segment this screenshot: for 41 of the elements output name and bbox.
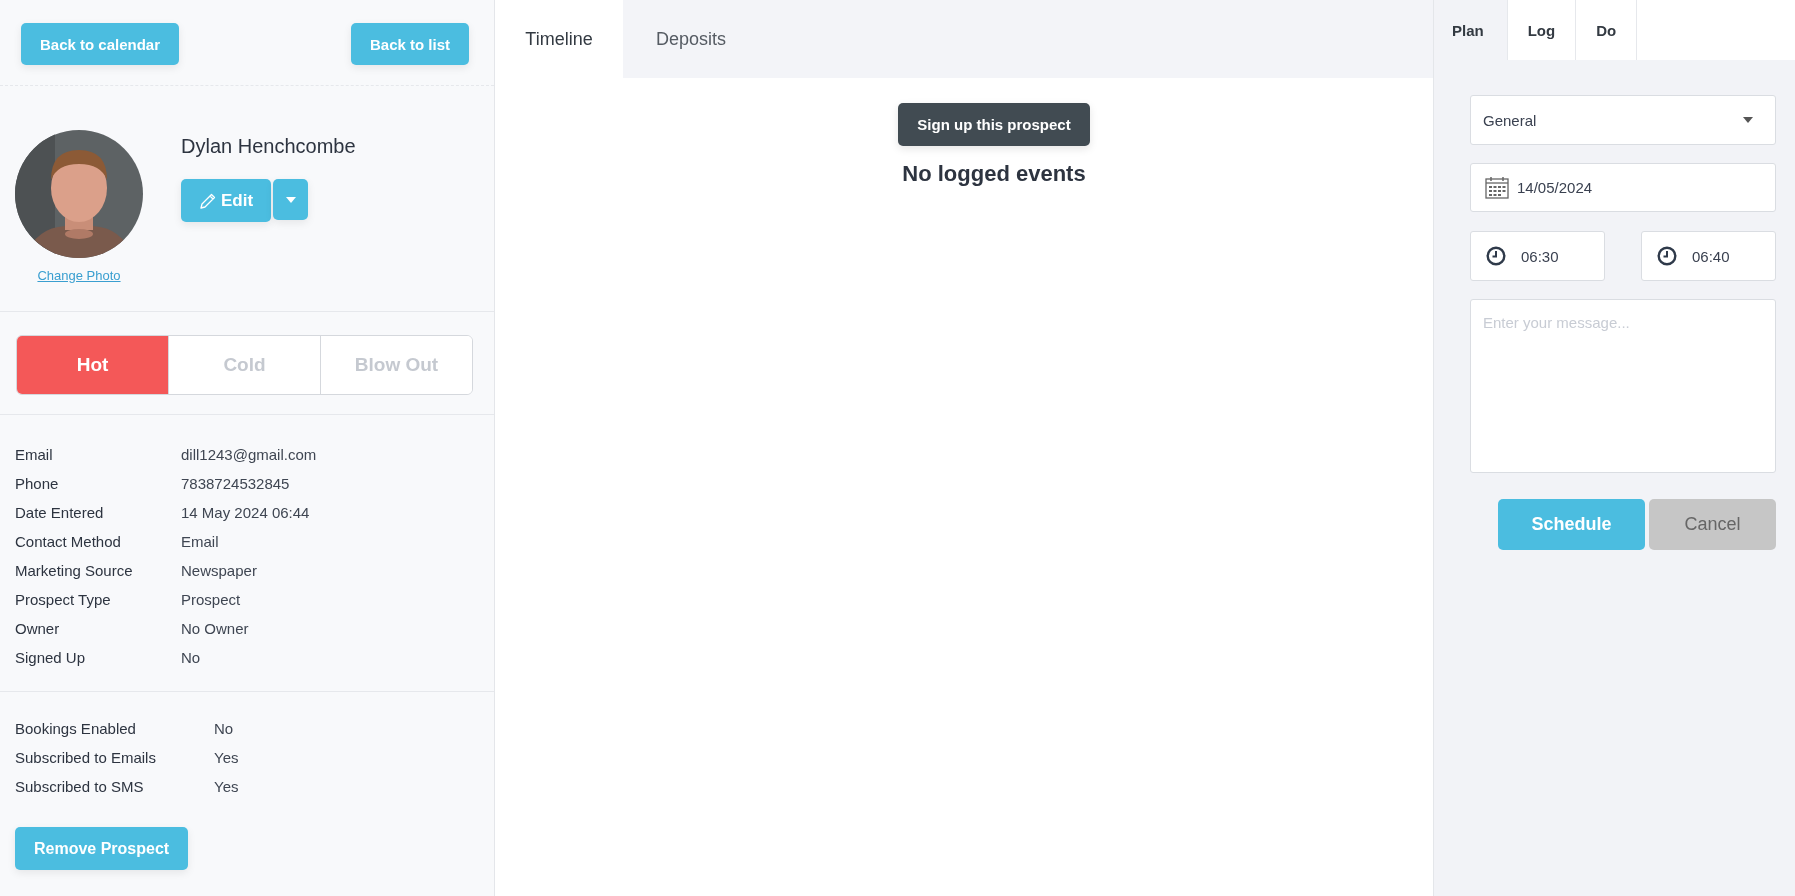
field-label: Marketing Source: [15, 562, 134, 579]
edit-menu-button[interactable]: [273, 179, 309, 220]
temperature-option[interactable]: Hot: [17, 336, 169, 394]
field-label: Subscribed to Emails: [15, 749, 157, 766]
field-label: Signed Up: [15, 649, 87, 666]
tab[interactable]: Timeline: [495, 0, 623, 78]
field-label: Email: [15, 446, 54, 463]
field-value: Yes: [214, 749, 239, 766]
field-value: 14 May 2024 06:44: [181, 504, 310, 521]
field-label: Subscribed to SMS: [15, 778, 145, 795]
pencil-icon: [199, 191, 217, 210]
field-label: Phone: [15, 475, 60, 492]
end-time-field[interactable]: 06:40: [1641, 231, 1776, 281]
clock-icon: [1486, 246, 1506, 266]
type-select[interactable]: General: [1470, 95, 1776, 145]
field-label: Contact Method: [15, 533, 122, 550]
field-label: Owner: [15, 620, 61, 637]
field-label: Bookings Enabled: [15, 720, 137, 737]
field-value: 7838724532845: [181, 475, 290, 492]
date-field[interactable]: 14/05/2024: [1470, 163, 1776, 212]
sign-up-button[interactable]: Sign up this prospect: [898, 103, 1090, 146]
prospect-name: Dylan Henchcombe: [181, 135, 356, 158]
field-value: Prospect: [181, 591, 241, 608]
field-value: Yes: [214, 778, 239, 795]
empty-message: No logged events: [902, 161, 1086, 187]
tab[interactable]: Plan: [1434, 0, 1508, 60]
caret-icon: [285, 196, 296, 203]
field-value: dill1243@gmail.com: [181, 446, 317, 463]
field-value: Newspaper: [181, 562, 257, 579]
field-value: No: [214, 720, 234, 737]
field-value: No Owner: [181, 620, 249, 637]
field-value: Email: [181, 533, 219, 550]
clock-icon: [1657, 246, 1677, 266]
caret-icon: [1743, 117, 1753, 123]
start-time-field[interactable]: 06:30: [1470, 231, 1605, 281]
calendar-icon: [1485, 176, 1509, 199]
tab[interactable]: Deposits: [623, 0, 760, 78]
field-value: No: [181, 649, 201, 666]
field-label: Prospect Type: [15, 591, 112, 608]
cancel-button[interactable]: Cancel: [1649, 499, 1776, 550]
field-label: Date Entered: [15, 504, 105, 521]
